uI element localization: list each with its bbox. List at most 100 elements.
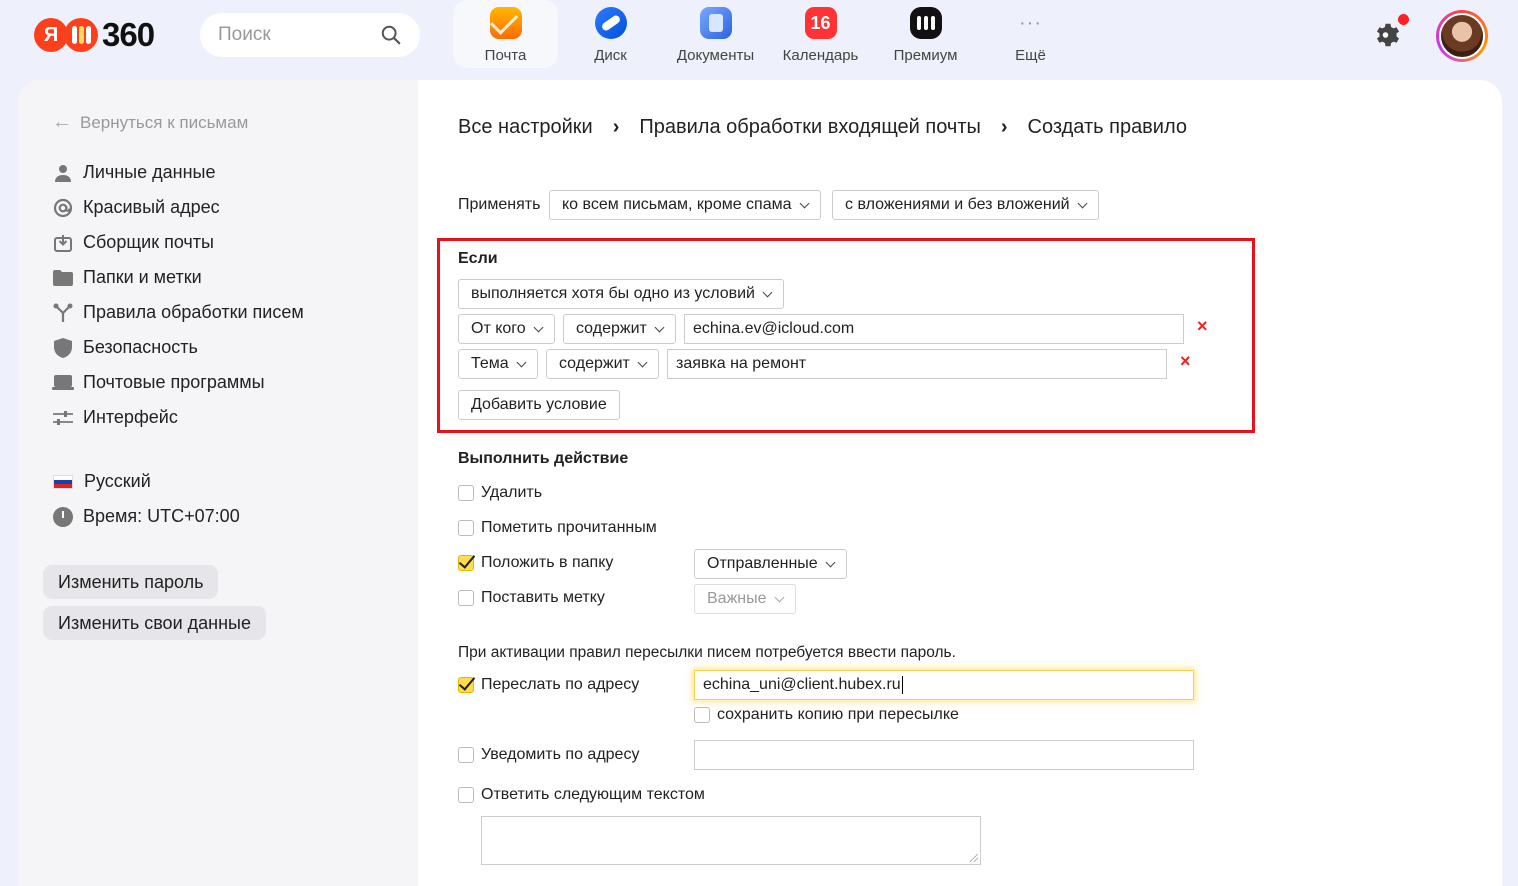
app-more[interactable]: ··· Ещё bbox=[978, 0, 1083, 68]
select-value: От кого bbox=[471, 320, 526, 337]
clock-icon bbox=[53, 506, 73, 527]
locale-settings: Русский Время: UTC+07:00 bbox=[52, 464, 240, 534]
sidebar-item-label: Интерфейс bbox=[83, 407, 178, 427]
attachments-select[interactable]: с вложениями и без вложений bbox=[832, 190, 1099, 220]
back-to-mail-link[interactable]: ← Вернуться к письмам bbox=[52, 111, 248, 134]
yandex-360-logo[interactable]: Я 360 bbox=[34, 16, 155, 54]
select-value: Тема bbox=[471, 355, 509, 372]
apply-label: Применять bbox=[458, 196, 541, 213]
move-to-folder-label: Положить в папку bbox=[481, 554, 614, 571]
delete-checkbox[interactable] bbox=[458, 485, 474, 501]
chevron-right-icon: › bbox=[1000, 116, 1008, 138]
forward-checkbox[interactable] bbox=[458, 677, 474, 693]
sidebar-item-address[interactable]: Красивый адрес bbox=[52, 190, 304, 225]
breadcrumb-rules[interactable]: Правила обработки входящей почты bbox=[639, 116, 981, 139]
sidebar-item-label: Личные данные bbox=[83, 162, 216, 182]
select-value: содержит bbox=[559, 355, 630, 372]
condition-mode-select[interactable]: выполняется хотя бы одно из условий bbox=[458, 279, 784, 309]
reply-text-area[interactable] bbox=[481, 816, 981, 865]
sidebar-item-label: Папки и метки bbox=[83, 267, 202, 287]
condition-value-input[interactable]: заявка на ремонт bbox=[667, 349, 1167, 379]
search-icon[interactable] bbox=[380, 24, 402, 46]
sidebar-item-label: Сборщик почты bbox=[83, 232, 214, 252]
app-disk[interactable]: Диск bbox=[558, 0, 663, 68]
sidebar-item-folders[interactable]: Папки и метки bbox=[52, 260, 304, 295]
move-to-folder-checkbox[interactable] bbox=[458, 555, 474, 571]
select-value: выполняется хотя бы одно из условий bbox=[471, 285, 755, 302]
keep-copy-label: сохранить копию при пересылке bbox=[717, 706, 959, 723]
timezone-label: Время: UTC+07:00 bbox=[83, 506, 240, 526]
chevron-down-icon bbox=[762, 287, 773, 297]
set-label-checkbox[interactable] bbox=[458, 590, 474, 606]
sidebar-item-label: Правила обработки писем bbox=[83, 302, 304, 322]
actions-title: Выполнить действие bbox=[458, 450, 629, 467]
remove-condition-icon[interactable]: × bbox=[1180, 351, 1191, 372]
app-premium[interactable]: Премиум bbox=[873, 0, 978, 68]
reply-checkbox[interactable] bbox=[458, 787, 474, 803]
app-label: Календарь bbox=[782, 47, 859, 64]
remove-condition-icon[interactable]: × bbox=[1197, 316, 1208, 337]
sidebar-item-rules[interactable]: Правила обработки писем bbox=[52, 295, 304, 330]
search-input[interactable] bbox=[218, 24, 368, 46]
sidebar-item-interface[interactable]: Интерфейс bbox=[52, 400, 304, 435]
settings-menu: Личные данные Красивый адрес Сборщик поч… bbox=[52, 155, 304, 435]
sidebar-item-mail-clients[interactable]: Почтовые программы bbox=[52, 365, 304, 400]
person-icon bbox=[52, 162, 74, 184]
condition-value-input[interactable]: echina.ev@icloud.com bbox=[684, 314, 1184, 344]
sidebar-item-label: Безопасность bbox=[83, 337, 198, 357]
select-value: с вложениями и без вложений bbox=[845, 196, 1070, 213]
breadcrumb-create-rule: Создать правило bbox=[1027, 116, 1187, 138]
notify-label: Уведомить по адресу bbox=[481, 746, 640, 763]
app-switcher: Почта Диск Документы 16 Календарь Премиу… bbox=[453, 0, 1083, 68]
apply-scope-select[interactable]: ко всем письмам, кроме спама bbox=[549, 190, 821, 220]
sidebar-item-label: Красивый адрес bbox=[83, 197, 220, 217]
avatar[interactable] bbox=[1436, 10, 1488, 62]
text-cursor bbox=[901, 676, 903, 694]
chevron-down-icon bbox=[637, 357, 648, 367]
forward-address-input[interactable]: echina_uni@client.hubex.ru bbox=[694, 670, 1194, 700]
app-mail[interactable]: Почта bbox=[453, 0, 558, 68]
language-selector[interactable]: Русский bbox=[52, 464, 240, 499]
select-value: Отправленные bbox=[707, 555, 818, 572]
condition-operator-select[interactable]: содержит bbox=[563, 314, 676, 344]
condition-field-select[interactable]: От кого bbox=[458, 314, 555, 344]
laptop-icon bbox=[52, 372, 74, 394]
change-password-button[interactable]: Изменить пароль bbox=[43, 565, 219, 599]
notify-address-input[interactable] bbox=[694, 740, 1194, 770]
condition-operator-select[interactable]: содержит bbox=[546, 349, 659, 379]
delete-label: Удалить bbox=[481, 484, 543, 501]
sidebar-item-security[interactable]: Безопасность bbox=[52, 330, 304, 365]
back-label: Вернуться к письмам bbox=[80, 112, 249, 132]
label-select[interactable]: Важные bbox=[694, 584, 796, 614]
change-data-button[interactable]: Изменить свои данные bbox=[43, 606, 266, 640]
gear-icon[interactable] bbox=[1373, 20, 1403, 50]
collector-icon bbox=[52, 232, 74, 254]
sidebar-item-label: Почтовые программы bbox=[83, 372, 265, 392]
app-documents[interactable]: Документы bbox=[663, 0, 768, 68]
folder-select[interactable]: Отправленные bbox=[694, 549, 847, 579]
notification-dot bbox=[1398, 14, 1409, 25]
sidebar-item-collector[interactable]: Сборщик почты bbox=[52, 225, 304, 260]
disk-icon bbox=[594, 7, 627, 39]
app-calendar[interactable]: 16 Календарь bbox=[768, 0, 873, 68]
sidebar-item-personal[interactable]: Личные данные bbox=[52, 155, 304, 190]
app-label: Почта bbox=[484, 47, 527, 64]
more-icon: ··· bbox=[1019, 11, 1042, 34]
conditions-title: Если bbox=[458, 250, 498, 267]
timezone-selector[interactable]: Время: UTC+07:00 bbox=[52, 499, 240, 534]
condition-field-select[interactable]: Тема bbox=[458, 349, 538, 379]
search-box[interactable] bbox=[200, 13, 420, 57]
add-condition-button[interactable]: Добавить условие bbox=[458, 390, 620, 420]
documents-icon bbox=[699, 7, 732, 39]
notify-checkbox[interactable] bbox=[458, 747, 474, 763]
keep-copy-checkbox[interactable] bbox=[694, 707, 710, 723]
chevron-down-icon bbox=[654, 322, 665, 332]
at-sign-icon bbox=[52, 197, 74, 219]
app-label: Документы bbox=[676, 47, 755, 64]
breadcrumb-all-settings[interactable]: Все настройки bbox=[458, 116, 593, 139]
app-label: Премиум bbox=[893, 47, 958, 64]
settings-card: ← Вернуться к письмам Личные данные Крас… bbox=[18, 80, 1502, 886]
mark-read-checkbox[interactable] bbox=[458, 520, 474, 536]
arrow-left-icon: ← bbox=[52, 111, 72, 133]
reply-label: Ответить следующим текстом bbox=[481, 786, 705, 803]
